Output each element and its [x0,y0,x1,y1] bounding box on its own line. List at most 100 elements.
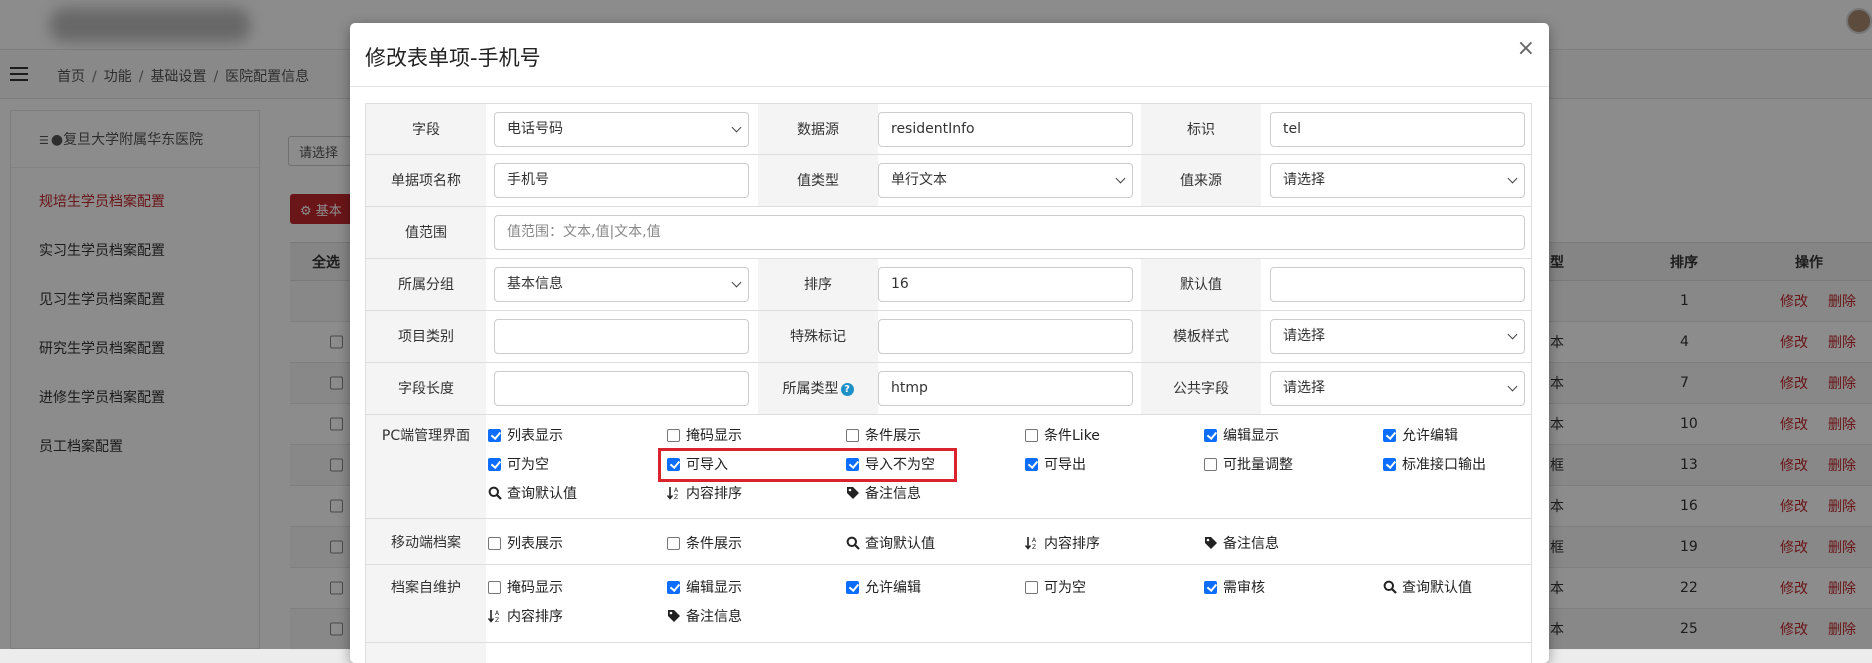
identifier-input[interactable]: tel [1270,112,1525,147]
pc-checkbox-3[interactable]: 条件Like [1025,425,1100,445]
checkbox[interactable] [488,428,501,442]
special-mark-label: 特殊标记 [758,311,878,362]
remark-info-link[interactable]: 备注信息 [667,606,742,626]
checkbox[interactable] [488,536,501,550]
checkbox-label: 可为空 [507,457,549,473]
checkbox-label: 允许编辑 [865,580,921,596]
default-value-input[interactable] [1270,267,1525,302]
checkbox[interactable] [488,457,501,471]
search-icon [846,536,865,550]
tag-icon [1204,536,1223,550]
checkbox-label: 可为空 [1044,580,1086,596]
svg-text:Z: Z [495,617,499,623]
checkbox[interactable] [846,580,859,594]
mobile-archive-section: 移动端档案 列表展示 条件展示 查询默认值 A Z 内容排序 备注信息 [365,519,1532,565]
search-icon [488,486,507,500]
content-sort-link[interactable]: A Z 内容排序 [667,483,742,503]
checkbox-label: 掩码显示 [686,428,742,444]
mobile-archive-label: 移动端档案 [366,519,486,564]
public-field-label: 公共字段 [1141,363,1261,414]
form-row: 单据项名称 手机号 值类型 单行文本 值来源 请选择 [365,155,1532,207]
checkbox[interactable] [1025,580,1038,594]
self-checkbox-1[interactable]: 编辑显示 [667,577,742,597]
special-mark-input[interactable] [878,319,1133,354]
field-select[interactable]: 电话号码 [494,112,749,147]
checkbox[interactable] [1025,428,1038,442]
checkbox[interactable] [488,580,501,594]
pc-checkbox-10[interactable]: 可批量调整 [1204,454,1293,474]
order-label: 排序 [758,259,878,310]
remark-info-link[interactable]: 备注信息 [846,483,921,503]
checkbox[interactable] [1204,580,1217,594]
checkbox-label: 编辑显示 [1223,428,1279,444]
self-checkbox-3[interactable]: 可为空 [1025,577,1086,597]
pc-checkbox-9[interactable]: 可导出 [1025,454,1086,474]
pc-checkbox-0[interactable]: 列表显示 [488,425,563,445]
pc-checkbox-5[interactable]: 允许编辑 [1383,425,1458,445]
value-source-select[interactable]: 请选择 [1270,163,1525,198]
datasource-input[interactable]: residentInfo [878,112,1133,147]
template-style-select[interactable]: 请选择 [1270,319,1525,354]
pc-checkbox-1[interactable]: 掩码显示 [667,425,742,445]
checkbox[interactable] [667,536,680,550]
self-checkbox-2[interactable]: 允许编辑 [846,577,921,597]
checkbox-label: 编辑显示 [686,580,742,596]
query-default-link[interactable]: 查询默认值 [1383,577,1472,597]
item-name-input[interactable]: 手机号 [494,163,749,198]
pc-checkbox-11[interactable]: 标准接口输出 [1383,454,1486,474]
help-icon[interactable]: ? [840,383,854,396]
checkbox[interactable] [1383,428,1396,442]
form-row: 所属分组 基本信息 排序 16 默认值 [365,259,1532,311]
checkbox-label: 允许编辑 [1402,428,1458,444]
self-checkbox-0[interactable]: 掩码显示 [488,577,563,597]
form-table: 字段 电话号码 数据源 residentInfo 标识 tel 单据项名称 手机… [365,103,1532,663]
pc-checkbox-2[interactable]: 条件展示 [846,425,921,445]
field-label: 字段 [366,104,486,154]
link-label: 内容排序 [686,486,742,502]
content-sort-link[interactable]: A Z 内容排序 [1025,533,1100,553]
pc-admin-label: PC端管理界面 [366,415,486,518]
self-checkbox-4[interactable]: 需审核 [1204,577,1265,597]
row-label [366,643,486,663]
content-sort-link[interactable]: A Z 内容排序 [488,606,563,626]
checkbox-label: 列表展示 [507,536,563,552]
checkbox-label: 条件Like [1044,428,1100,444]
mobile-checkbox-0[interactable]: 列表展示 [488,533,563,553]
modal-header: 修改表单项-手机号 × [350,23,1549,87]
sort-icon: AZ [667,486,686,500]
checkbox[interactable] [667,580,680,594]
belong-type-input[interactable]: htmp [878,371,1133,406]
svg-text:A: A [674,487,679,494]
chevron-down-icon [1507,329,1518,340]
value-type-label: 值类型 [758,155,878,206]
link-label: 查询默认值 [865,536,935,552]
link-label: 备注信息 [1223,536,1279,552]
checkbox[interactable] [1025,457,1038,471]
checkbox[interactable] [1204,457,1217,471]
value-range-input[interactable]: 值范围：文本,值|文本,值 [494,215,1525,250]
pc-checkbox-6[interactable]: 可为空 [488,454,549,474]
checkbox[interactable] [846,428,859,442]
public-field-select[interactable]: 请选择 [1270,371,1525,406]
chevron-down-icon [731,122,742,133]
annotation-highlight-box [658,448,957,482]
field-length-input[interactable] [494,371,749,406]
checkbox-label: 可导出 [1044,457,1086,473]
checkbox-label: 列表显示 [507,428,563,444]
checkbox[interactable] [1204,428,1217,442]
remark-info-link[interactable]: 备注信息 [1204,533,1279,553]
group-select[interactable]: 基本信息 [494,267,749,302]
value-type-select[interactable]: 单行文本 [878,163,1133,198]
default-value-label: 默认值 [1141,259,1261,310]
close-icon[interactable]: × [1517,38,1535,60]
query-default-link[interactable]: 查询默认值 [846,533,935,553]
item-category-input[interactable] [494,319,749,354]
checkbox[interactable] [667,428,680,442]
query-default-link[interactable]: 查询默认值 [488,483,577,503]
mobile-checkbox-1[interactable]: 条件展示 [667,533,742,553]
order-input[interactable]: 16 [878,267,1133,302]
chevron-down-icon [1507,381,1518,392]
checkbox[interactable] [1383,457,1396,471]
pc-checkbox-4[interactable]: 编辑显示 [1204,425,1279,445]
self-maintenance-section: 档案自维护 掩码显示 编辑显示 允许编辑 可为空 需审核 查询默认值 A Z 内容排序 备注信息 [365,565,1532,643]
